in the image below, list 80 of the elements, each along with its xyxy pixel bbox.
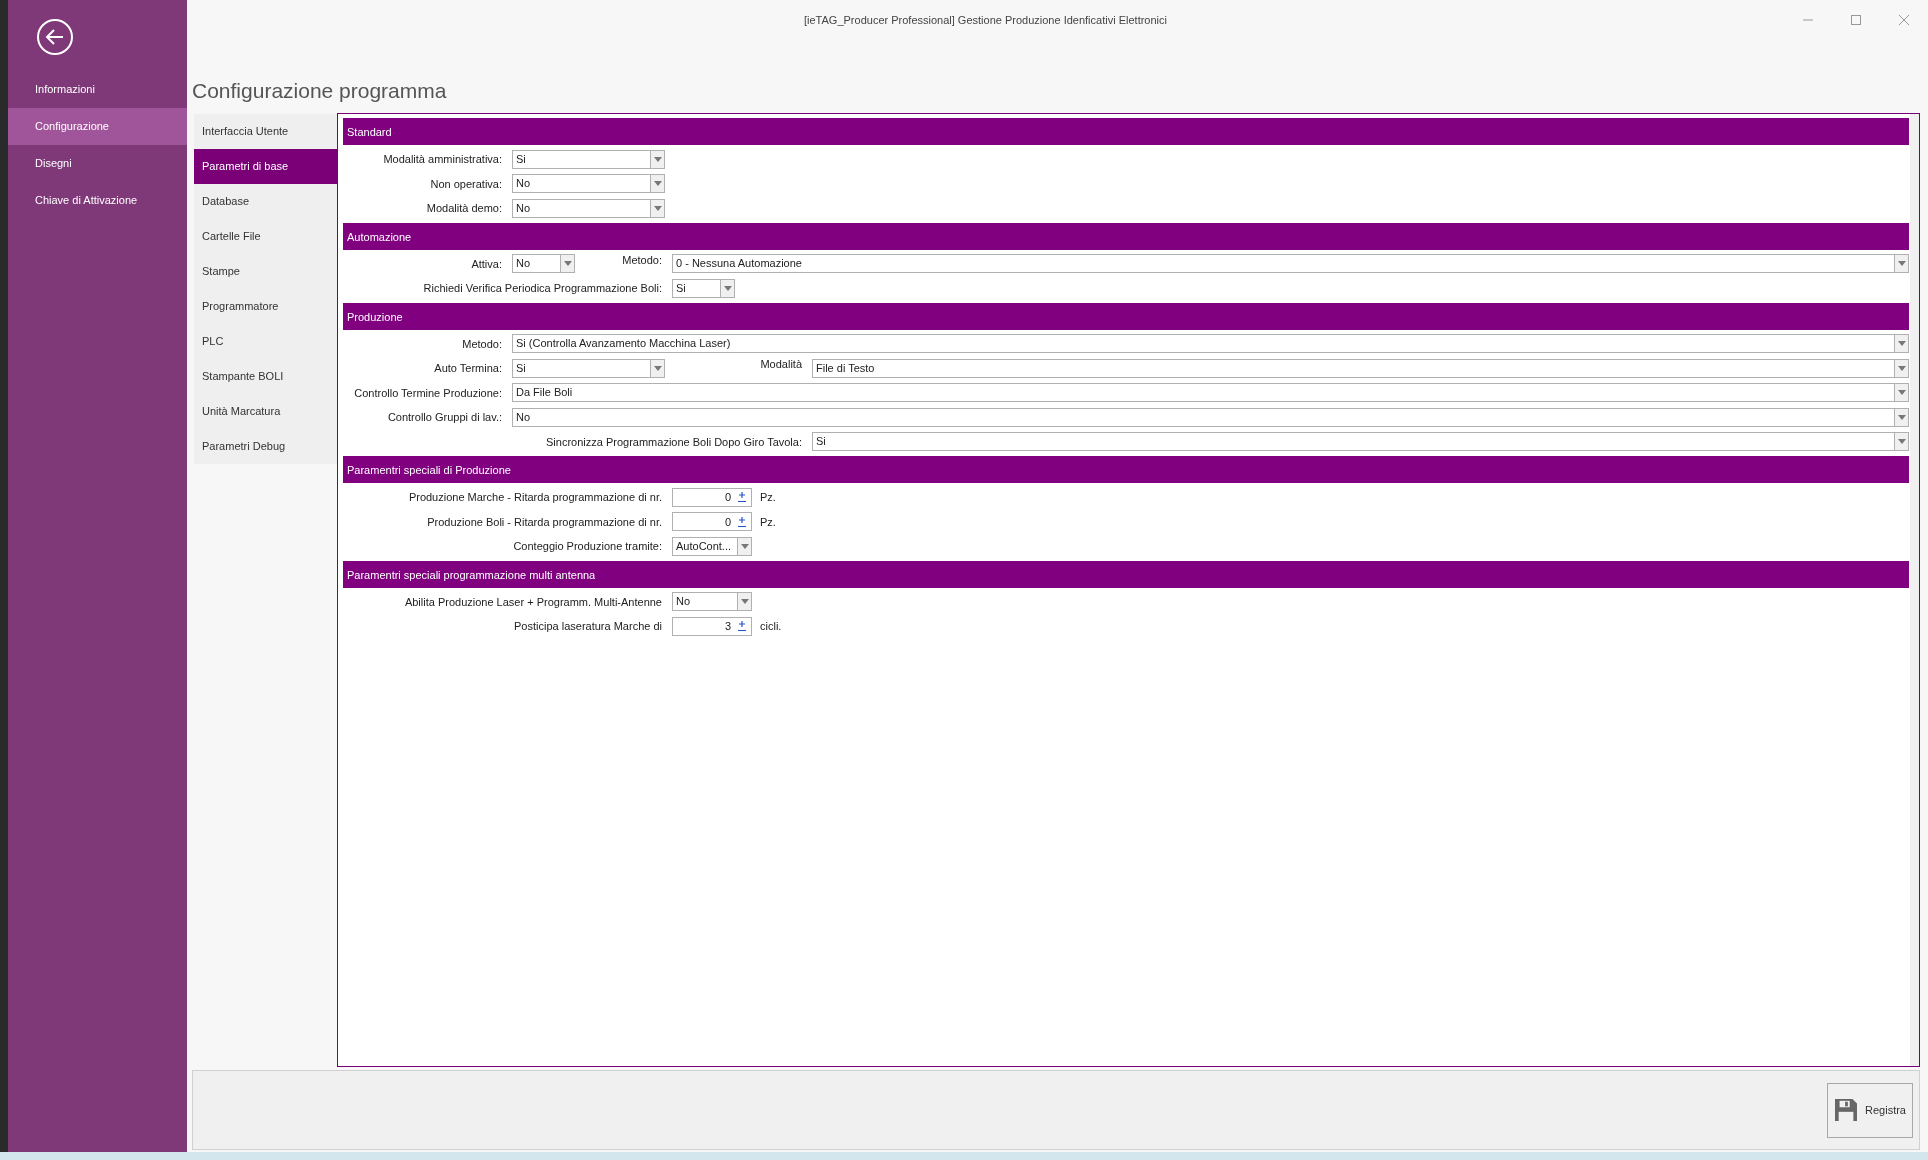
tab[interactable]: Cartelle File [194,219,337,254]
caret-icon [740,543,749,549]
field-label: Modalità [759,357,803,370]
save-button[interactable]: Registra [1827,1082,1913,1138]
field-label: Posticipa laseratura Marche di [513,620,663,633]
dropdown[interactable]: Da File Boli [512,383,1909,403]
caret-icon [1897,365,1906,371]
caret-icon [1897,261,1906,267]
plus-minus-icon[interactable] [737,620,747,633]
unit-label: cicli. [759,620,782,633]
caret-icon [1897,341,1906,347]
sidebar-item[interactable]: Disegni [8,145,187,182]
dropdown[interactable]: AutoCont... [672,536,752,556]
plus-minus-icon[interactable] [737,491,747,504]
field-label: Sincronizza Programmazione Boli Dopo Giro Tavola: [545,435,803,448]
tab[interactable]: Stampe [194,254,337,289]
dropdown[interactable]: No [512,174,665,194]
close-icon[interactable] [1898,14,1910,26]
tab[interactable]: Stampante BOLI [194,359,337,394]
sidebar-item[interactable]: Configurazione [8,108,187,145]
dropdown[interactable]: Si [672,278,735,298]
dropdown[interactable]: No [512,407,1909,427]
maximize-icon[interactable] [1850,14,1862,26]
caret-icon [1897,390,1906,396]
tab[interactable]: Database [194,184,337,219]
unit-label: Pz. [759,491,776,504]
number-field[interactable]: 0 [672,512,752,532]
section-header: Paramentri speciali di Produzione [343,456,1909,483]
tab[interactable]: PLC [194,324,337,359]
dropdown[interactable]: Si [512,358,665,378]
field-label: Controllo Termine Produzione: [353,386,503,399]
sidebar-item[interactable]: Informazioni [8,71,187,108]
field-label: Non operativa: [429,177,503,190]
field-label: Produzione Marche - Ritarda programmazione di nr. [407,491,663,504]
dropdown[interactable]: No [672,592,752,612]
field-label: Conteggio Produzione tramite: [512,540,663,553]
dropdown[interactable]: No [512,198,665,218]
tab[interactable]: Parametri di base [194,149,337,184]
field-label: Richiedi Verifica Periodica Programmazione Boli: [422,282,663,295]
field-label: Abilita Produzione Laser + Programm. Multi-Antenne [403,595,663,608]
field-label: Controllo Gruppi di lav.: [386,411,503,424]
dropdown[interactable]: File di Testo [812,358,1909,378]
caret-icon [653,156,662,162]
section-header: Standard [343,118,1909,145]
section-header: Produzione [343,302,1909,330]
section-header: Paramentri speciali programmazione multi antenna [343,560,1909,588]
caret-icon [740,599,749,605]
field-label: Metodo: [461,337,503,350]
dropdown[interactable]: Si [812,432,1909,452]
field-label: Modalità amministrativa: [382,153,503,166]
page-title: Configurazione programma [192,79,447,102]
dropdown[interactable]: Si [512,149,665,169]
field-label: Auto Termina: [433,362,503,375]
caret-icon [1897,414,1906,420]
plus-minus-icon[interactable] [737,515,747,528]
number-field[interactable]: 0 [672,487,752,507]
save-icon [1835,1098,1858,1122]
tab[interactable]: Unità Marcatura [194,394,337,429]
caret-icon [563,261,572,267]
field-label: Attiva: [470,257,503,270]
caret-icon [653,365,662,371]
tab[interactable]: Interfaccia Utente [194,114,337,149]
caret-icon [723,285,732,291]
field-label: Metodo: [621,252,663,266]
caret-icon [653,181,662,187]
unit-label: Pz. [759,515,776,528]
field-label: Produzione Boli - Ritarda programmazione di nr. [426,515,663,528]
tab[interactable]: Parametri Debug [194,429,337,464]
back-button[interactable] [36,18,74,56]
caret-icon [653,205,662,211]
number-field[interactable]: 3 [672,616,752,636]
tab[interactable]: Programmatore [194,289,337,324]
caret-icon [1897,439,1906,445]
dropdown[interactable]: No [512,254,575,274]
field-label: Modalità demo: [425,202,503,215]
section-header: Automazione [343,222,1909,250]
sidebar-item[interactable]: Chiave di Attivazione [8,182,187,219]
dropdown[interactable]: 0 - Nessuna Automazione [672,254,1909,274]
window-title: [ieTAG_Producer Professional] Gestione Produzione Idenficativi Elettronici [804,14,1167,26]
dropdown[interactable]: Si (Controlla Avanzamento Macchina Laser) [512,334,1909,354]
